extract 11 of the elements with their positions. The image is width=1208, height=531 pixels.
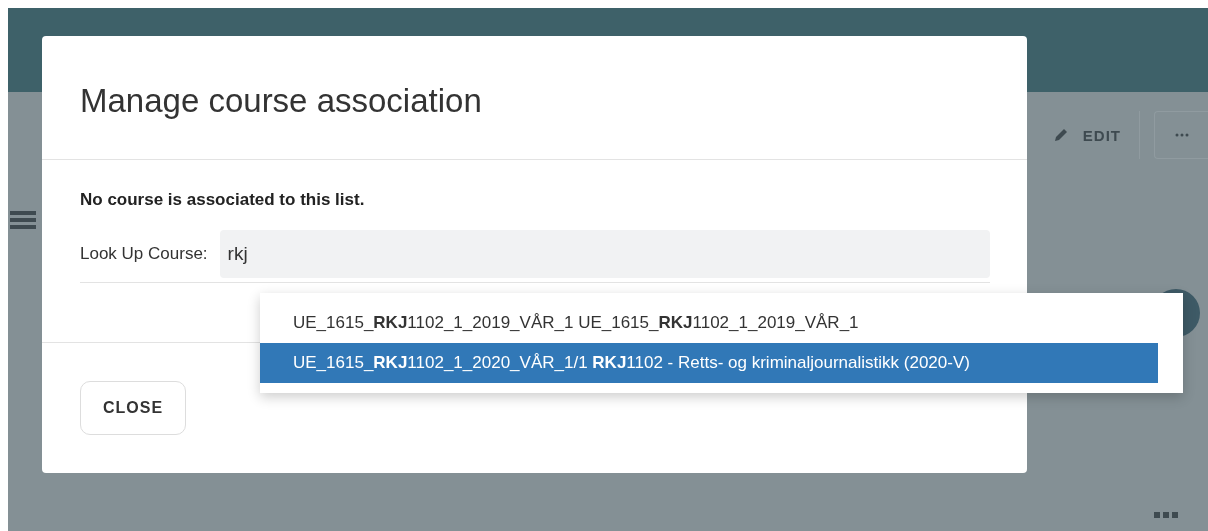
close-button[interactable]: CLOSE: [80, 381, 187, 435]
dialog-title: Manage course association: [42, 36, 1027, 160]
suggestion-item[interactable]: UE_1615_RKJ1102_1_2019_VÅR_1 UE_1615_RKJ1102_1_2019_VÅR_1: [260, 303, 1158, 343]
more-icon: [1174, 133, 1189, 137]
list-icon: [10, 210, 36, 230]
more-icon[interactable]: [1154, 512, 1178, 518]
field-label: Look Up Course:: [80, 243, 208, 264]
suggestion-item[interactable]: UE_1615_RKJ1102_1_2020_VÅR_1/1 RKJ1102 - Retts- og kriminaljournalistikk (2020-V): [260, 343, 1158, 383]
pencil-icon: [1052, 127, 1069, 143]
status-message: No course is associated to this list.: [80, 189, 366, 210]
course-search-field[interactable]: rkj: [219, 229, 990, 278]
